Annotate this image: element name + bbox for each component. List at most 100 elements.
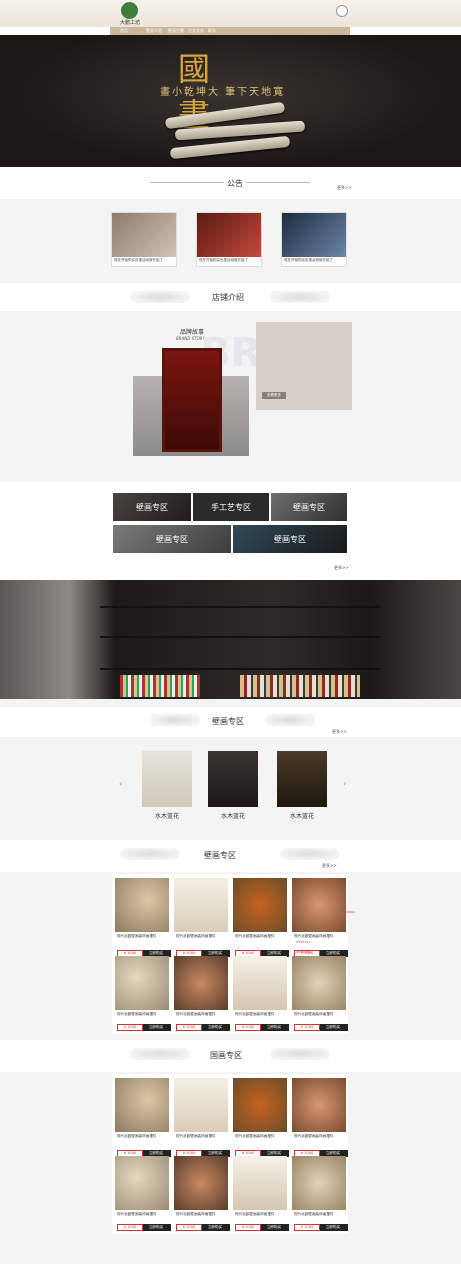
- wall-item[interactable]: 水木蓝花: [277, 751, 327, 820]
- user-icon[interactable]: [336, 5, 348, 17]
- product-zone-title: 国画专区: [210, 1051, 242, 1060]
- prev-arrow-icon[interactable]: ‹: [119, 779, 122, 788]
- product-card[interactable]: 现代北欧壁画装饰画摆件 ¥ 1000 立即购买: [174, 1078, 230, 1164]
- product-name: 现代北欧壁画装饰画摆件: [117, 1012, 157, 1016]
- bookshelf-photo: [0, 580, 461, 699]
- product-card[interactable]: 现代北欧壁画装饰画摆件 ¥ 1000 立即购买: [174, 1156, 230, 1232]
- product-card[interactable]: 现代北欧壁画装饰画摆件 ¥ 1000 立即购买: [233, 956, 289, 1032]
- wall-item-caption: 水木蓝花: [154, 813, 179, 820]
- wall-item[interactable]: 水木蓝花: [208, 751, 258, 820]
- annotation-label: 1180px: [344, 910, 356, 914]
- product-price: ¥ 1000: [176, 1224, 202, 1231]
- notice-card[interactable]: 现在开始购买优惠活动就开始了: [111, 212, 177, 267]
- product-name: 现代北欧壁画装饰画摆件: [235, 1134, 275, 1138]
- product-name: 现代北欧壁画装饰画摆件: [294, 1212, 334, 1216]
- buy-button[interactable]: 立即购买: [320, 1024, 346, 1031]
- product-image: [292, 1078, 346, 1132]
- product-card[interactable]: 现代北欧壁画装饰画摆件 ¥ 1000 立即购买: [292, 956, 348, 1032]
- throne-photo: [162, 348, 222, 452]
- buy-button[interactable]: 立即购买: [143, 1224, 169, 1231]
- nav-item-home[interactable]: 首页: [120, 27, 128, 35]
- product-price: ¥ 1000: [294, 1224, 320, 1231]
- zone-tile[interactable]: 壁画专区: [112, 492, 192, 522]
- notice-title: 公告: [224, 178, 246, 189]
- product-name: 现代北欧壁画装饰画摆件: [235, 1012, 275, 1016]
- notice-image: [282, 213, 346, 257]
- product-card[interactable]: 现代北欧壁画装饰画摆件 ¥ 1000 立即购买: [292, 1078, 348, 1164]
- nav-item-contact[interactable]: 联系: [208, 27, 216, 35]
- product-image: [115, 1156, 169, 1210]
- books: [240, 675, 360, 697]
- zones-more-link[interactable]: 更多>>: [334, 565, 349, 571]
- product-card[interactable]: 现代北欧壁画装饰画摆件 ¥ 1000 立即购买: [233, 1156, 289, 1232]
- main-nav: 首页 壁画介绍 壁画主题 企业文化 联系: [110, 27, 350, 35]
- product-card[interactable]: 现代北欧壁画装饰画摆件 ¥ 1000 立即购买: [115, 956, 171, 1032]
- nav-item-culture[interactable]: 企业文化: [188, 27, 204, 35]
- product-card[interactable]: 现代北欧壁画装饰画摆件 ¥ 1000 立即购买: [233, 878, 289, 964]
- wall-zone-more-link[interactable]: 更多>>: [332, 729, 347, 735]
- product-name: 现代北欧壁画装饰画摆件: [176, 1212, 216, 1216]
- product-name: 现代北欧壁画装饰画摆件: [294, 1134, 334, 1138]
- zone-tile[interactable]: 壁画专区: [270, 492, 348, 522]
- books: [120, 675, 200, 697]
- zone-tile[interactable]: 壁画专区: [112, 524, 232, 554]
- product-card[interactable]: 现代北欧壁画装饰画摆件 ¥ 1000 立即购买: [115, 1078, 171, 1164]
- product-name: 现代北欧壁画装饰画摆件: [235, 934, 275, 938]
- annotation-label: #333333: [296, 940, 310, 944]
- notice-card[interactable]: 现在开始购买优惠活动就开始了: [281, 212, 347, 267]
- cloud-decoration: [270, 291, 330, 303]
- cloud-decoration: [270, 1048, 330, 1060]
- buy-button[interactable]: 立即购买: [202, 1024, 228, 1031]
- notice-more-link[interactable]: 更多>>: [337, 185, 352, 191]
- product-name: 现代北欧壁画装饰画摆件: [117, 1212, 157, 1216]
- product-name: 现代北欧壁画装饰画摆件: [176, 1012, 216, 1016]
- product-name: 现代北欧壁画装饰画摆件: [117, 1134, 157, 1138]
- annotation-label: #DEDEDE: [296, 950, 312, 954]
- buy-button[interactable]: 立即购买: [202, 1224, 228, 1231]
- zone-tile[interactable]: 壁画专区: [232, 524, 348, 554]
- cloud-decoration: [150, 714, 200, 726]
- product-image: [174, 878, 228, 932]
- wall-zone-title: 壁画专区: [212, 717, 244, 726]
- product-image: [174, 1078, 228, 1132]
- product-name: 现代北欧壁画装饰画摆件: [235, 1212, 275, 1216]
- product-card[interactable]: 现代北欧壁画装饰画摆件 ¥ 1000 立即购买: [115, 1156, 171, 1232]
- cloud-decoration: [120, 848, 180, 860]
- shelf-line: [100, 606, 380, 608]
- notice-card[interactable]: 现在开始购买优惠活动就开始了: [196, 212, 262, 267]
- notice-caption: 现在开始购买优惠活动就开始了: [199, 258, 248, 262]
- shelf-line: [100, 668, 380, 670]
- product-card[interactable]: 现代北欧壁画装饰画摆件 ¥ 1000 立即购买: [174, 956, 230, 1032]
- wall-item-image: [208, 751, 258, 807]
- product-card[interactable]: 现代北欧壁画装饰画摆件 ¥ 1000 立即购买: [292, 1156, 348, 1232]
- product-image: [174, 1156, 228, 1210]
- product-card[interactable]: 现代北欧壁画装饰画摆件 ¥ 1000 立即购买: [233, 1078, 289, 1164]
- product-price: ¥ 1000: [235, 1024, 261, 1031]
- wall-item-image: [277, 751, 327, 807]
- product-price: ¥ 1000: [176, 1024, 202, 1031]
- buy-button[interactable]: 立即购买: [261, 1224, 287, 1231]
- wall-item-caption: 水木蓝花: [289, 813, 314, 820]
- next-arrow-icon[interactable]: ›: [343, 779, 346, 788]
- banner-subtitle: 畫小乾坤大 筆下天地寬: [160, 87, 286, 98]
- nav-item-theme[interactable]: 壁画主题: [168, 27, 184, 35]
- nav-item-intro[interactable]: 壁画介绍: [146, 27, 162, 35]
- wall-item[interactable]: 水木蓝花: [142, 751, 192, 820]
- product-price: ¥ 1000: [294, 1024, 320, 1031]
- product-image: [115, 956, 169, 1010]
- product-card[interactable]: 现代北欧壁画装饰画摆件 ¥ 1000 立即购买: [174, 878, 230, 964]
- buy-button[interactable]: 立即购买: [261, 1024, 287, 1031]
- product-zone-more-link[interactable]: 更多>>: [322, 863, 337, 869]
- buy-button[interactable]: 立即购买: [320, 1224, 346, 1231]
- product-price: ¥ 1000: [235, 1224, 261, 1231]
- product-image: [292, 956, 346, 1010]
- product-name: 现代北欧壁画装饰画摆件: [176, 934, 216, 938]
- read-more-button[interactable]: 查看更多: [262, 392, 286, 399]
- wall-item-image: [142, 751, 192, 807]
- buy-button[interactable]: 立即购买: [143, 1024, 169, 1031]
- zone-tile[interactable]: 手工艺专区: [192, 492, 270, 522]
- wall-item-caption: 水木蓝花: [220, 813, 245, 820]
- logo[interactable]: 大鹏工坊: [117, 2, 143, 28]
- product-card[interactable]: 现代北欧壁画装饰画摆件 ¥ 1000 立即购买: [115, 878, 171, 964]
- product-name: 现代北欧壁画装饰画摆件: [117, 934, 157, 938]
